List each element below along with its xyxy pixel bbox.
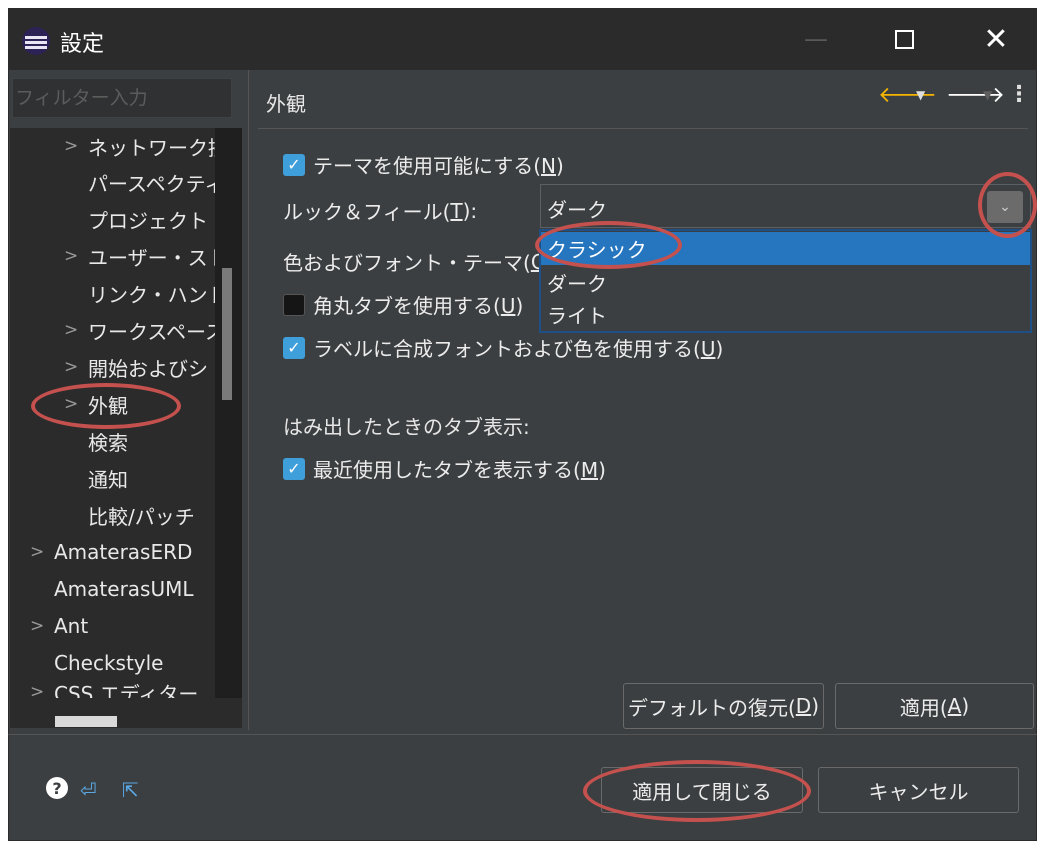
horizontal-scrollbar-thumb[interactable]: [55, 716, 117, 727]
restore-defaults-button[interactable]: デフォルトの復元(D): [623, 683, 824, 729]
tree-horizontal-scrollbar[interactable]: [10, 698, 242, 728]
chevron-right-icon: >: [64, 136, 79, 156]
title-bar: 設定 — ✕: [8, 8, 1037, 70]
chevron-right-icon: >: [64, 320, 79, 340]
dropdown-option-dark[interactable]: ダーク: [541, 266, 1030, 299]
chevron-right-icon: >: [64, 357, 79, 377]
window-title: 設定: [60, 32, 105, 57]
tree-item-checkstyle[interactable]: Checkstyle: [54, 645, 163, 681]
tree-item-ant[interactable]: > Ant: [30, 608, 88, 644]
view-menu-icon[interactable]: ⋮: [1008, 82, 1030, 107]
tree-item-perspectives[interactable]: パースペクティ: [88, 164, 224, 200]
enable-theme-option[interactable]: ✓ テーマを使用可能にする(N): [283, 150, 564, 179]
recent-tabs-checkbox[interactable]: ✓: [283, 457, 305, 480]
minimize-button[interactable]: —: [788, 16, 844, 62]
annotation-ellipse: [535, 221, 682, 269]
eclipse-icon: [22, 27, 50, 55]
color-font-theme-label: 色およびフォント・テーマ(C):: [283, 249, 559, 276]
tree-scrollbar[interactable]: [215, 128, 242, 698]
rounded-tabs-option[interactable]: 角丸タブを使用する(U): [283, 290, 523, 319]
mixed-fonts-label: ラベルに合成フォントおよび色を使用する(U): [313, 337, 724, 361]
chevron-right-icon: >: [30, 616, 45, 636]
recent-tabs-label: 最近使用したタブを表示する(M): [313, 458, 606, 482]
back-history-dropdown-icon[interactable]: ▼: [916, 88, 925, 102]
annotation-ellipse: [583, 760, 811, 822]
tree-item-startup[interactable]: > 開始およびシ: [64, 349, 208, 385]
look-and-feel-label: ルック＆フィール(T):: [283, 198, 478, 225]
chevron-right-icon: >: [30, 682, 45, 698]
enable-theme-checkbox[interactable]: ✓: [283, 153, 305, 176]
tree-item-amaterasERD[interactable]: > AmaterasERD: [30, 534, 192, 570]
back-arrow-icon[interactable]: 🡐: [878, 82, 937, 108]
header-divider: [258, 128, 1028, 129]
filter-input[interactable]: [12, 78, 232, 118]
recent-tabs-option[interactable]: ✓ 最近使用したタブを表示する(M): [283, 454, 606, 483]
enable-theme-label: テーマを使用可能にする(N): [313, 154, 564, 178]
rounded-tabs-checkbox[interactable]: [283, 293, 305, 316]
tree-item-link-handlers[interactable]: リンク・ハンド: [88, 275, 228, 311]
cancel-button[interactable]: キャンセル: [818, 767, 1019, 813]
footer-divider: [8, 734, 1037, 735]
look-and-feel-value: ダーク: [547, 198, 607, 222]
forward-history-dropdown-icon[interactable]: ▼: [983, 88, 992, 102]
chevron-right-icon: >: [64, 246, 79, 266]
dropdown-option-light[interactable]: ライト: [541, 298, 1030, 331]
tree-item-network[interactable]: > ネットワーク接: [64, 128, 228, 164]
import-icon[interactable]: ⏎: [80, 778, 97, 802]
tab-overflow-label: はみ出したときのタブ表示:: [283, 415, 530, 439]
page-title: 外観: [266, 92, 306, 116]
apply-button[interactable]: 適用(A): [835, 683, 1034, 729]
annotation-ellipse: [978, 172, 1037, 238]
tree-item-notifications[interactable]: 通知: [88, 460, 128, 496]
tree-item-compare-patch[interactable]: 比較/パッチ: [88, 497, 195, 533]
maximize-icon: [894, 29, 914, 49]
tree-scrollbar-thumb[interactable]: [222, 268, 232, 400]
mixed-fonts-option[interactable]: ✓ ラベルに合成フォントおよび色を使用する(U): [283, 333, 723, 362]
page-header: 外観 🡐 ▼ 🡒 ▼ ⋮: [258, 74, 1030, 122]
tree-item-amaterasUML[interactable]: AmaterasUML: [54, 571, 194, 607]
chevron-right-icon: >: [30, 542, 45, 562]
rounded-tabs-label: 角丸タブを使用する(U): [313, 294, 524, 318]
export-icon[interactable]: ⇱: [122, 778, 139, 802]
maximize-button[interactable]: [876, 16, 932, 62]
annotation-ellipse: [31, 383, 181, 429]
tree-item-workspace[interactable]: > ワークスペース: [64, 312, 225, 348]
mixed-fonts-checkbox[interactable]: ✓: [283, 336, 305, 359]
forward-arrow-icon[interactable]: 🡒: [946, 82, 1005, 108]
tree-item-project[interactable]: プロジェクト・: [88, 201, 228, 237]
close-button[interactable]: ✕: [968, 16, 1024, 62]
tree-item-user-storage[interactable]: > ユーザー・スト: [64, 238, 228, 274]
panel-divider: [248, 70, 249, 730]
tree-item-css-editor[interactable]: > CSS エディター: [30, 682, 198, 698]
help-icon[interactable]: ?: [46, 777, 68, 799]
